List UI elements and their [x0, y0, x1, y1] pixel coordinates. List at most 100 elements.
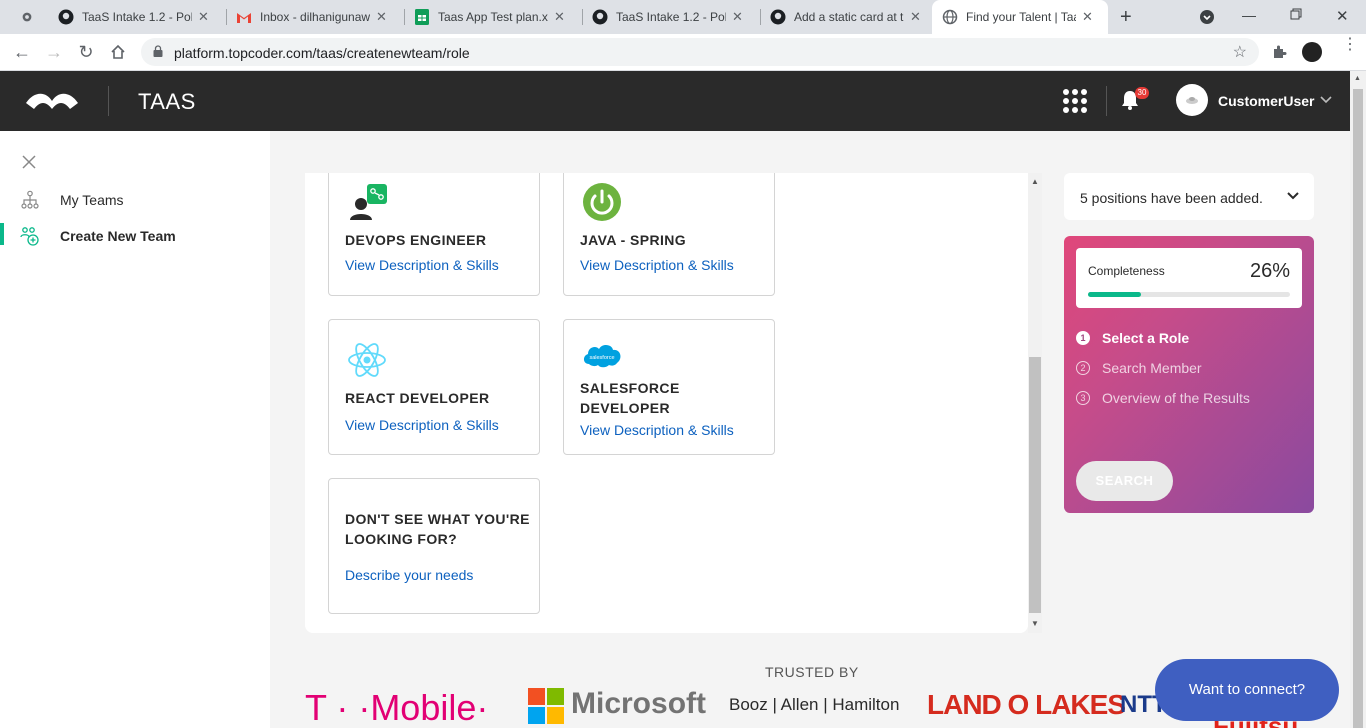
home-icon[interactable] [108, 42, 128, 62]
lock-icon [153, 45, 163, 57]
new-tab-icon[interactable]: + [1120, 6, 1132, 29]
close-icon[interactable]: ✕ [1082, 9, 1093, 25]
chrome-menu-icon[interactable] [12, 0, 42, 34]
browser-tab-3[interactable]: Taas App Test plan.xls ✕ [404, 0, 582, 34]
browser-tab-2[interactable]: Inbox - dilhanigunaw ✕ [226, 0, 404, 34]
browser-tab-strip: TaaS Intake 1.2 - Poli ✕ Inbox - dilhani… [0, 0, 1366, 34]
url-input[interactable]: platform.topcoder.com/taas/createnewteam… [141, 38, 1259, 66]
role-card-java-spring[interactable]: JAVA - SPRING View Description & Skills [563, 173, 775, 296]
tmobile-logo: T · ·Mobile· [305, 687, 489, 728]
panel-scrollbar[interactable]: ▲ ▼ [1028, 173, 1042, 633]
close-icon[interactable]: ✕ [910, 9, 921, 25]
role-card-custom[interactable]: DON'T SEE WHAT YOU'RE LOOKING FOR? Descr… [328, 478, 540, 614]
back-icon[interactable]: ← [12, 42, 32, 62]
react-icon [348, 343, 386, 377]
globe-icon [942, 9, 958, 25]
step-search-member: 2 Search Member [1076, 360, 1202, 376]
completeness-bar-fill [1088, 292, 1141, 297]
teams-icon [21, 190, 39, 209]
microsoft-logo: Microsoft [571, 687, 706, 720]
browser-tab-4[interactable]: TaaS Intake 1.2 - Poli ✕ [582, 0, 760, 34]
tab-search-icon[interactable] [1199, 9, 1215, 30]
browser-tab-5[interactable]: Add a static card at th ✕ [760, 0, 932, 34]
completeness-label: Completeness [1088, 264, 1165, 278]
scroll-down-icon[interactable]: ▼ [1031, 619, 1039, 628]
gmail-icon [236, 9, 252, 25]
sidebar-item-label: Create New Team [60, 228, 176, 244]
kebab-menu-icon[interactable]: ⋮ [1342, 37, 1358, 53]
view-description-link[interactable]: View Description & Skills [580, 422, 734, 438]
reload-icon[interactable]: ↻ [76, 42, 96, 62]
app-brand[interactable]: TAAS [138, 89, 196, 115]
scroll-thumb[interactable] [1029, 357, 1041, 613]
devops-icon [350, 184, 387, 220]
address-bar: ← → ↻ platform.topcoder.com/taas/createn… [0, 34, 1366, 71]
minimize-icon[interactable]: — [1242, 7, 1256, 23]
close-icon[interactable]: ✕ [554, 9, 565, 25]
close-sidebar-icon[interactable] [22, 153, 36, 174]
spring-icon [583, 183, 621, 221]
sidebar-item-my-teams[interactable]: My Teams [0, 185, 270, 215]
close-icon[interactable]: ✕ [376, 9, 387, 25]
profile-avatar[interactable] [1302, 42, 1322, 62]
create-team-icon [20, 227, 39, 246]
describe-needs-link[interactable]: Describe your needs [345, 567, 473, 583]
chevron-down-icon[interactable] [1286, 191, 1300, 201]
url-text: platform.topcoder.com/taas/createnewteam… [174, 45, 470, 61]
completeness-bar [1088, 292, 1290, 297]
close-icon[interactable]: ✕ [198, 9, 209, 25]
sheets-icon [414, 9, 430, 25]
tab-label: Add a static card at th [794, 10, 904, 24]
trusted-by-heading: TRUSTED BY [765, 664, 859, 680]
scroll-up-icon[interactable]: ▲ [1354, 75, 1361, 82]
browser-tab-1[interactable]: TaaS Intake 1.2 - Poli ✕ [48, 0, 226, 34]
app-header: TAAS 30 CustomerUser [0, 71, 1366, 131]
view-description-link[interactable]: View Description & Skills [345, 257, 499, 273]
github-icon [592, 9, 608, 25]
extensions-icon[interactable] [1271, 44, 1287, 65]
close-icon[interactable]: ✕ [732, 9, 743, 25]
window-scrollbar[interactable]: ▲ [1350, 71, 1366, 728]
role-title: REACT DEVELOPER [345, 390, 490, 406]
tab-label: TaaS Intake 1.2 - Poli [616, 10, 726, 24]
land-o-lakes-logo: LAND O LAKES [927, 689, 1126, 720]
step-overview-results: 3 Overview of the Results [1076, 390, 1250, 406]
notification-badge: 30 [1135, 87, 1149, 99]
avatar[interactable] [1176, 84, 1208, 116]
search-button[interactable]: SEARCH [1076, 461, 1173, 501]
tab-label: Taas App Test plan.xls [438, 10, 548, 24]
role-card-devops[interactable]: DEVOPS ENGINEER View Description & Skill… [328, 173, 540, 296]
view-description-link[interactable]: View Description & Skills [345, 417, 499, 433]
browser-tab-6[interactable]: Find your Talent | Taa ✕ [932, 0, 1108, 34]
github-icon [770, 9, 786, 25]
username[interactable]: CustomerUser [1218, 93, 1314, 109]
restore-icon[interactable] [1290, 7, 1302, 25]
sidebar-item-create-new-team[interactable]: Create New Team [0, 221, 270, 251]
main-content: DEVOPS ENGINEER View Description & Skill… [270, 131, 1350, 728]
completeness-percent: 26% [1249, 260, 1290, 282]
role-title: SALESFORCE DEVELOPER [580, 380, 680, 416]
positions-summary: 5 positions have been added. [1080, 190, 1263, 206]
view-description-link[interactable]: View Description & Skills [580, 257, 734, 273]
svg-text:salesforce: salesforce [589, 355, 614, 361]
role-cards-panel[interactable]: DEVOPS ENGINEER View Description & Skill… [305, 173, 1028, 633]
want-to-connect-button[interactable]: Want to connect? [1155, 659, 1339, 721]
role-title: DEVOPS ENGINEER [345, 232, 487, 248]
window-close-icon[interactable]: ✕ [1336, 7, 1349, 25]
apps-grid-icon[interactable] [1062, 88, 1088, 114]
tab-label: Inbox - dilhanigunaw [260, 10, 370, 24]
progress-card: Completeness 26% 1 Select a Role 2 Searc… [1064, 236, 1314, 513]
step-select-role: 1 Select a Role [1076, 330, 1189, 346]
role-card-react[interactable]: REACT DEVELOPER View Description & Skill… [328, 319, 540, 455]
window-scroll-thumb[interactable] [1353, 89, 1363, 728]
github-icon [58, 9, 74, 25]
tab-label: TaaS Intake 1.2 - Poli [82, 10, 192, 24]
scroll-up-icon[interactable]: ▲ [1031, 177, 1039, 186]
topcoder-logo-icon[interactable] [24, 89, 80, 113]
role-card-salesforce[interactable]: salesforce SALESFORCE DEVELOPER View Des… [563, 319, 775, 455]
forward-icon[interactable]: → [44, 42, 64, 62]
chevron-down-icon[interactable] [1320, 93, 1332, 107]
sidebar-item-label: My Teams [60, 192, 124, 208]
positions-dropdown[interactable]: 5 positions have been added. [1064, 173, 1314, 220]
bookmark-star-icon[interactable]: ☆ [1233, 42, 1247, 62]
